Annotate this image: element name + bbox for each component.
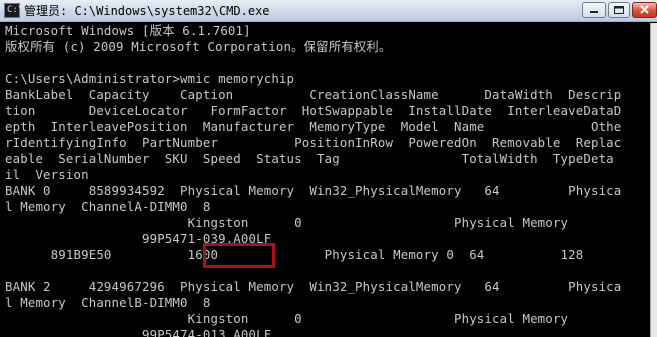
console-line: rIdentifyingInfo PartNumber PositionInRo… [5,135,622,150]
console-line: eable SerialNumber SKU Speed Status Tag … [5,151,614,166]
minimize-icon [590,11,598,13]
maximize-icon [614,6,624,14]
console-line: 版权所有 (c) 2009 Microsoft Corporation。保留所有… [5,39,392,54]
console-line: il Version [5,167,89,182]
close-icon [640,5,649,14]
cmd-app-icon[interactable]: C:\ [4,3,24,18]
console-line: epth InterleavePosition Manufacturer Mem… [5,119,622,134]
console-line: Kingston 0 Physical Memory [5,311,569,326]
close-button[interactable] [632,2,657,18]
speed-highlight-box [203,243,275,268]
maximize-button[interactable] [608,2,630,18]
title-bar[interactable]: C:\ 管理员: C:\Windows\system32\CMD.exe [0,0,657,22]
console-line: BankLabel Capacity Caption CreationClass… [5,87,622,102]
console-line: 99P5471-039.A00LF [5,231,272,246]
console-line: C:\Users\Administrator>wmic memorychip [5,71,295,86]
cmd-icon-label: C:\ [7,5,24,15]
console-line: 891B9E50 1600 Physical Memory 0 64 128 [5,247,584,262]
console-line: 99P5474-013.A00LF [5,327,272,337]
window-title: 管理员: C:\Windows\system32\CMD.exe [24,4,270,18]
console-line: BANK 2 4294967296 Physical Memory Win32_… [5,279,622,294]
console-line: l Memory ChannelB-DIMM0 8 [5,295,211,310]
minimize-button[interactable] [582,2,606,18]
console-line: Kingston 0 Physical Memory [5,215,569,230]
vertical-scrollbar[interactable] [650,23,657,337]
console-line: BANK 0 8589934592 Physical Memory Win32_… [5,183,622,198]
console-line: l Memory ChannelA-DIMM0 8 [5,199,211,214]
console-output[interactable]: Microsoft Windows [版本 6.1.7601] 版权所有 (c) … [5,23,650,337]
console-line: Microsoft Windows [版本 6.1.7601] [5,23,251,38]
cmd-window: C:\ 管理员: C:\Windows\system32\CMD.exe Mic… [0,0,657,337]
console-line: tion DeviceLocator FormFactor HotSwappab… [5,103,622,118]
